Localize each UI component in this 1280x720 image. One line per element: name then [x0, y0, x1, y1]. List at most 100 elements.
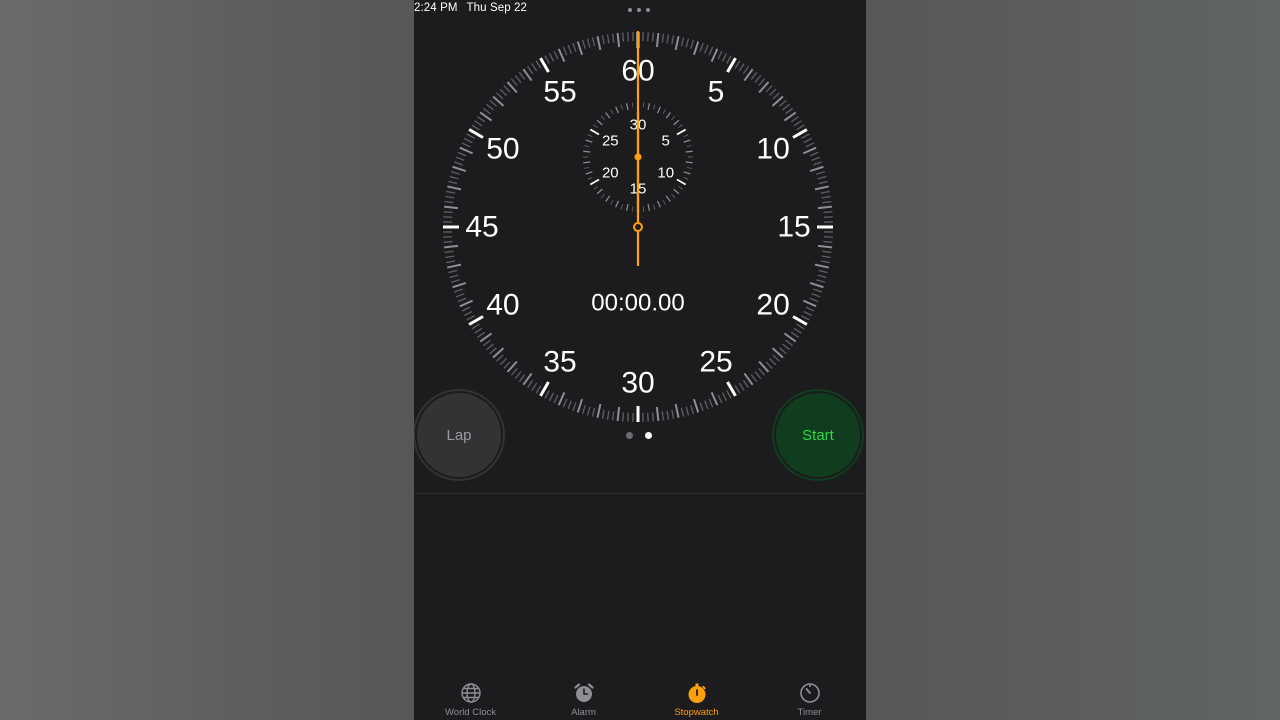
- dial-tick: [457, 151, 467, 157]
- dial-tick: [535, 60, 542, 69]
- dial-tick: [553, 50, 559, 60]
- dial-tick: [674, 403, 680, 418]
- tab-timer[interactable]: Timer: [753, 676, 866, 720]
- subdial-tick: [686, 145, 692, 148]
- dial-tick: [817, 205, 833, 210]
- dial-tick: [448, 180, 458, 185]
- dial-number: 15: [777, 211, 810, 244]
- dial-tick: [572, 42, 577, 52]
- dial-number: 35: [543, 346, 576, 379]
- subdial-tick: [642, 206, 645, 212]
- tab-world-clock[interactable]: World Clock: [414, 676, 527, 720]
- stopwatch-icon: [688, 683, 706, 703]
- subdial-tick: [625, 203, 629, 211]
- subdial-tick: [587, 134, 593, 138]
- page-dot-active[interactable]: [645, 431, 652, 439]
- dial-tick: [822, 200, 832, 204]
- dial-tick: [809, 281, 824, 289]
- tab-stopwatch[interactable]: Stopwatch: [640, 676, 753, 720]
- dial-tick: [738, 63, 745, 72]
- dial-tick: [567, 400, 572, 410]
- dial-tick: [754, 371, 762, 379]
- dial-tick: [814, 263, 829, 269]
- dial-tick: [692, 398, 700, 413]
- page-dot[interactable]: [626, 431, 633, 439]
- dial-number: 40: [486, 289, 519, 322]
- dial-tick: [591, 37, 596, 47]
- dial-tick: [447, 263, 462, 269]
- dial-tick: [510, 367, 518, 376]
- dial-tick: [817, 175, 827, 180]
- dial-tick: [444, 200, 454, 204]
- dial-number: 5: [708, 75, 725, 108]
- subdial-tick: [685, 150, 693, 153]
- dial-tick: [823, 240, 833, 243]
- dial-tick: [710, 48, 719, 63]
- dial-number: 25: [699, 346, 732, 379]
- dial-tick: [474, 120, 483, 127]
- dial-tick: [790, 331, 800, 339]
- dial-tick: [785, 107, 794, 115]
- subdial-tick: [615, 106, 620, 114]
- tab-bar: World Clock Alarm Stopwatch Timer: [414, 676, 866, 720]
- dial-tick: [591, 407, 596, 417]
- minute-hand-pivot: [634, 153, 642, 161]
- dial-tick: [661, 33, 665, 43]
- subdial-tick: [631, 206, 634, 212]
- dial-tick: [503, 361, 511, 369]
- tab-alarm[interactable]: Alarm: [527, 676, 640, 720]
- subdial-tick: [584, 145, 590, 148]
- dial-tick: [572, 402, 577, 412]
- dial-tick: [754, 75, 762, 83]
- dial-number: 20: [756, 289, 789, 322]
- dial-tick: [742, 65, 750, 75]
- subdial-tick: [656, 200, 661, 208]
- subdial-tick: [673, 119, 680, 126]
- dial-tick: [510, 78, 518, 87]
- subdial-number: 5: [662, 133, 670, 150]
- dial-tick: [562, 46, 568, 56]
- dial-tick: [586, 406, 591, 416]
- dial-tick: [680, 37, 685, 47]
- dial-tick: [453, 288, 463, 293]
- dial-tick: [821, 195, 831, 199]
- start-button[interactable]: Start: [772, 389, 864, 481]
- dial-tick: [611, 33, 615, 43]
- dial-tick: [489, 347, 498, 355]
- dial-number: 30: [621, 367, 654, 400]
- dial-tick: [738, 382, 745, 391]
- dial-tick: [457, 297, 467, 303]
- dial-tick: [581, 39, 586, 49]
- lap-button[interactable]: Lap: [414, 389, 505, 481]
- dial-tick: [596, 403, 602, 418]
- dial-tick: [453, 161, 463, 166]
- subdial-tick: [678, 185, 683, 190]
- dial-tick: [455, 156, 465, 161]
- dial-tick: [811, 156, 821, 161]
- subdial-tick: [642, 102, 645, 108]
- subdial-tick: [583, 150, 591, 153]
- dial-tick: [557, 48, 566, 63]
- dial-tick: [801, 315, 810, 321]
- dial-tick: [699, 42, 704, 52]
- dial-tick: [803, 137, 813, 144]
- stopwatch-screen: 2:24 PM Thu Sep 22 60 5 10 15 20 25 30 35 40 45 50 5…: [414, 0, 866, 720]
- tab-label: Timer: [797, 707, 822, 718]
- page-indicator[interactable]: [626, 431, 652, 439]
- dial-tick: [463, 137, 473, 144]
- dial-tick: [699, 402, 704, 412]
- dial-tick: [450, 170, 460, 175]
- tab-label: Alarm: [571, 707, 596, 718]
- video-side-panel-left: [0, 0, 414, 720]
- dial-tick: [818, 269, 828, 274]
- dial-tick: [548, 52, 555, 62]
- subdial-tick: [631, 102, 634, 108]
- dial-tick: [531, 63, 538, 72]
- dial-tick: [447, 185, 462, 191]
- subdial-tick: [593, 185, 598, 190]
- dial-tick: [606, 34, 610, 44]
- dial-tick: [622, 412, 625, 422]
- dial-tick: [778, 347, 787, 355]
- dial-tick: [813, 288, 823, 293]
- subdial-tick: [652, 104, 656, 110]
